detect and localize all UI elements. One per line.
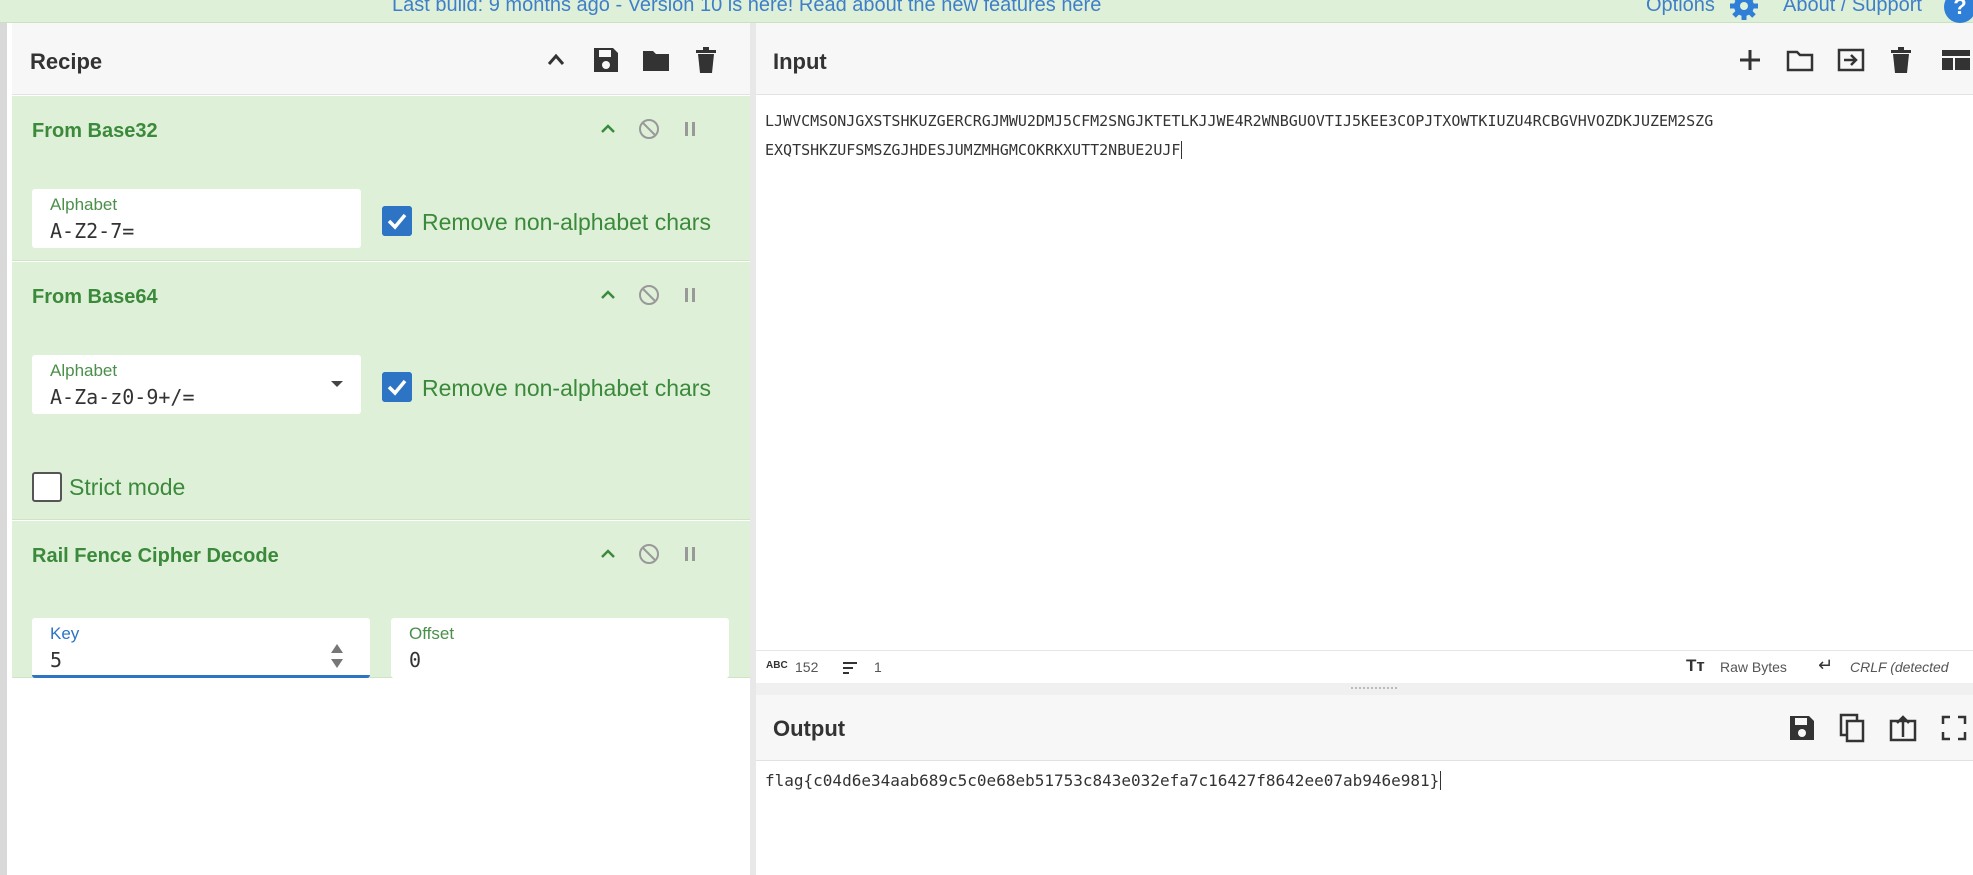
input-title: Input xyxy=(773,49,827,74)
horizontal-resize-handle[interactable] xyxy=(756,683,1973,695)
load-input-icon[interactable] xyxy=(1836,45,1866,75)
key-input[interactable]: Key 5 xyxy=(32,618,370,678)
replace-input-icon[interactable] xyxy=(1888,713,1918,743)
chevron-up-icon[interactable] xyxy=(541,45,571,75)
field-value: A-Za-z0-9+/= xyxy=(50,385,195,409)
text-size-icon[interactable]: Tт xyxy=(1686,656,1705,676)
output-panel: Output flag{c04d6e34aab689c5c0e68eb51753… xyxy=(756,695,1973,875)
input-line: LJWVCMSONJGXSTSHKUZGERCRGJMWU2DMJ5CFM2SN… xyxy=(765,112,1714,130)
banner-message: Last build: 9 months ago - Version 10 is… xyxy=(392,0,1101,17)
field-label: Key xyxy=(50,624,80,643)
abc-icon: ABC xyxy=(766,660,788,671)
operation-title: Rail Fence Cipher Decode xyxy=(32,545,279,567)
maximize-icon[interactable] xyxy=(1939,713,1969,743)
resize-grip-icon[interactable] xyxy=(1351,687,1397,690)
layout-icon[interactable] xyxy=(1940,45,1970,75)
about-support-link[interactable]: About / Support xyxy=(1783,0,1922,17)
top-banner: Last build: 9 months ago - Version 10 is… xyxy=(0,0,1973,23)
recipe-panel: Recipe From Base32 Alphabet A-Z2-7= Remo… xyxy=(12,23,750,875)
line-count: 1 xyxy=(874,659,882,675)
left-gutter xyxy=(0,23,7,875)
char-count: 152 xyxy=(795,659,819,675)
output-header: Output xyxy=(756,695,1973,761)
recipe-title: Recipe xyxy=(30,49,103,74)
checkbox-label: Strict mode xyxy=(69,474,186,500)
operation-from-base32: From Base32 Alphabet A-Z2-7= Remove non-… xyxy=(12,96,750,261)
field-value: 5 xyxy=(50,648,63,672)
field-label: Alphabet xyxy=(50,361,118,380)
pause-icon[interactable] xyxy=(677,541,703,567)
eol-selector[interactable]: CRLF (detected xyxy=(1850,659,1949,675)
input-panel: Input LJWVCMSONJGXSTSHKUZGERCRGJMWU2DMJ5… xyxy=(756,23,1973,683)
chevron-up-icon[interactable] xyxy=(595,541,621,567)
disable-icon[interactable] xyxy=(636,541,662,567)
dropdown-arrow-icon[interactable] xyxy=(330,379,344,389)
disable-icon[interactable] xyxy=(636,282,662,308)
offset-input[interactable]: Offset 0 xyxy=(391,618,729,678)
operation-title: From Base32 xyxy=(32,120,158,142)
recipe-header: Recipe xyxy=(12,23,750,95)
checkbox-label: Remove non-alphabet chars xyxy=(422,375,711,401)
number-stepper-icon[interactable] xyxy=(330,642,344,670)
chevron-up-icon[interactable] xyxy=(595,282,621,308)
field-value: A-Z2-7= xyxy=(50,219,135,243)
operation-from-base64: From Base64 Alphabet A-Za-z0-9+/= Remove… xyxy=(12,262,750,520)
input-textarea[interactable]: LJWVCMSONJGXSTSHKUZGERCRGJMWU2DMJ5CFM2SN… xyxy=(765,107,1973,165)
encoding-selector[interactable]: Raw Bytes xyxy=(1720,659,1787,675)
input-header: Input xyxy=(756,23,1973,95)
field-value: 0 xyxy=(409,648,422,672)
output-text[interactable]: flag{c04d6e34aab689c5c0e68eb51753c843e03… xyxy=(765,771,1442,790)
save-icon[interactable] xyxy=(1787,713,1817,743)
pause-icon[interactable] xyxy=(677,282,703,308)
operation-rail-fence-decode: Rail Fence Cipher Decode Key 5 Offset 0 xyxy=(12,521,750,678)
options-link[interactable]: Options xyxy=(1646,0,1715,17)
pause-icon[interactable] xyxy=(677,116,703,142)
field-label: Alphabet xyxy=(50,195,118,214)
gear-icon[interactable] xyxy=(1728,0,1760,22)
open-folder-icon[interactable] xyxy=(1785,45,1815,75)
operation-title: From Base64 xyxy=(32,286,158,308)
alphabet-field[interactable]: Alphabet A-Z2-7= xyxy=(32,189,361,248)
folder-icon[interactable] xyxy=(641,45,671,75)
strict-mode-checkbox[interactable] xyxy=(32,472,62,502)
chevron-up-icon[interactable] xyxy=(595,116,621,142)
remove-non-alphabet-checkbox[interactable] xyxy=(382,206,412,236)
alphabet-select[interactable]: Alphabet A-Za-z0-9+/= xyxy=(32,355,361,414)
return-icon[interactable]: ↵ xyxy=(1818,655,1833,676)
disable-icon[interactable] xyxy=(636,116,662,142)
output-title: Output xyxy=(773,716,846,741)
input-line: EXQTSHKZUFSMSZGJHDESJUMZMHGMCOKRKXUTT2NB… xyxy=(765,141,1183,159)
help-icon[interactable]: ? xyxy=(1944,0,1973,23)
save-icon[interactable] xyxy=(591,45,621,75)
copy-icon[interactable] xyxy=(1837,713,1867,743)
trash-icon[interactable] xyxy=(1886,45,1916,75)
lines-icon xyxy=(843,662,857,674)
banner-text: Last build: 9 months ago - Version 10 is… xyxy=(392,0,1056,16)
banner-link[interactable]: here xyxy=(1061,0,1101,16)
add-tab-icon[interactable] xyxy=(1735,45,1765,75)
remove-non-alphabet-checkbox[interactable] xyxy=(382,372,412,402)
checkbox-label: Remove non-alphabet chars xyxy=(422,209,711,235)
input-status-bar: ABC 152 1 Tт Raw Bytes ↵ CRLF (detected xyxy=(756,650,1973,683)
field-label: Offset xyxy=(409,624,455,643)
recipe-empty-area[interactable] xyxy=(12,678,750,875)
trash-icon[interactable] xyxy=(691,45,721,75)
